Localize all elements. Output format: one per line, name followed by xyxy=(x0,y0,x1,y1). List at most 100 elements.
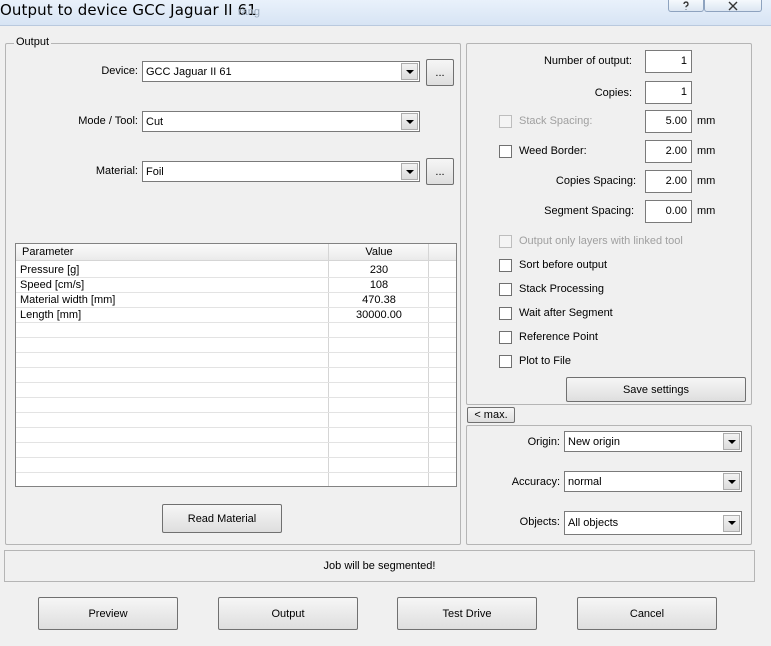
parameter-value: 230 xyxy=(369,264,389,276)
chevron-down-icon[interactable] xyxy=(401,113,418,130)
reference-point-checkbox[interactable] xyxy=(499,331,512,344)
empty-row xyxy=(16,338,456,353)
parameter-table[interactable]: Parameter Value Pressure [g] 230 Speed [… xyxy=(15,243,457,487)
objects-label: Objects: xyxy=(519,516,560,528)
close-button[interactable] xyxy=(704,0,762,12)
copies-spacing-label: Copies Spacing: xyxy=(555,175,636,187)
background-menu-text: rang xyxy=(238,6,261,18)
table-row[interactable]: Pressure [g] 230 xyxy=(16,263,456,278)
chevron-down-icon[interactable] xyxy=(401,63,418,80)
window-title: Output to device GCC Jaguar II 61 xyxy=(0,1,257,19)
parameter-name: Speed [cm/s] xyxy=(20,279,85,291)
stack-processing-label: Stack Processing xyxy=(519,283,604,295)
read-material-button[interactable]: Read Material xyxy=(162,504,282,533)
max-toggle-button[interactable]: < max. xyxy=(467,407,515,423)
parameter-value: 108 xyxy=(369,279,389,291)
weed-border-input[interactable]: 2.00 xyxy=(645,140,692,163)
empty-row xyxy=(16,443,456,458)
objects-select[interactable]: All objects xyxy=(564,511,742,535)
mode-tool-label: Mode / Tool: xyxy=(78,115,138,127)
number-of-output-label: Number of output: xyxy=(543,55,632,67)
help-button[interactable] xyxy=(668,0,704,12)
material-select-value: Foil xyxy=(146,165,164,178)
status-message: Job will be segmented! xyxy=(323,560,436,572)
cancel-button[interactable]: Cancel xyxy=(577,597,717,630)
material-browse-button[interactable]: ... xyxy=(426,158,454,185)
chevron-down-icon[interactable] xyxy=(723,433,740,450)
device-browse-button[interactable]: ... xyxy=(426,59,454,86)
plot-to-file-checkbox[interactable] xyxy=(499,355,512,368)
device-label: Device: xyxy=(101,65,138,77)
empty-row xyxy=(16,383,456,398)
plot-to-file-label: Plot to File xyxy=(519,355,571,367)
preview-button[interactable]: Preview xyxy=(38,597,178,630)
table-row[interactable]: Length [mm] 30000.00 xyxy=(16,308,456,323)
close-icon xyxy=(728,1,738,10)
table-header: Parameter Value xyxy=(16,244,456,261)
device-select[interactable]: GCC Jaguar II 61 xyxy=(142,61,420,82)
empty-row xyxy=(16,458,456,473)
status-bar: Job will be segmented! xyxy=(4,550,755,582)
number-of-output-input[interactable]: 1 xyxy=(645,50,692,73)
origin-select-value: New origin xyxy=(568,435,620,448)
output-linked-layers-checkbox[interactable] xyxy=(499,235,512,248)
parameter-value: 30000.00 xyxy=(356,309,402,321)
wait-after-segment-label: Wait after Segment xyxy=(519,307,613,319)
weed-border-checkbox[interactable] xyxy=(499,145,512,158)
empty-row xyxy=(16,323,456,338)
parameter-value: 470.38 xyxy=(362,294,396,306)
empty-row xyxy=(16,413,456,428)
copies-label: Copies: xyxy=(594,87,632,99)
accuracy-select-value: normal xyxy=(568,475,602,488)
sort-before-output-checkbox[interactable] xyxy=(499,259,512,272)
empty-row xyxy=(16,353,456,368)
stack-spacing-unit: mm xyxy=(697,115,716,127)
column-header-value[interactable]: Value xyxy=(329,246,429,258)
weed-border-unit: mm xyxy=(697,145,716,157)
chevron-down-icon[interactable] xyxy=(723,514,740,532)
table-row[interactable]: Speed [cm/s] 108 xyxy=(16,278,456,293)
output-group-legend: Output xyxy=(14,36,52,48)
device-select-value: GCC Jaguar II 61 xyxy=(146,65,232,78)
stack-processing-checkbox[interactable] xyxy=(499,283,512,296)
chevron-down-icon[interactable] xyxy=(401,163,418,180)
column-header-parameter[interactable]: Parameter xyxy=(22,246,73,258)
output-button[interactable]: Output xyxy=(218,597,358,630)
mode-tool-select[interactable]: Cut xyxy=(142,111,420,132)
segment-spacing-label: Segment Spacing: xyxy=(544,205,634,217)
mode-tool-select-value: Cut xyxy=(146,115,164,128)
material-select[interactable]: Foil xyxy=(142,161,420,182)
empty-row xyxy=(16,473,456,486)
copies-spacing-unit: mm xyxy=(697,175,716,187)
weed-border-label: Weed Border: xyxy=(519,145,587,157)
segment-spacing-unit: mm xyxy=(697,205,716,217)
wait-after-segment-checkbox[interactable] xyxy=(499,307,512,320)
help-icon xyxy=(683,0,689,10)
save-settings-button[interactable]: Save settings xyxy=(566,377,746,402)
test-drive-button[interactable]: Test Drive xyxy=(397,597,537,630)
copies-spacing-input[interactable]: 2.00 xyxy=(645,170,692,193)
chevron-down-icon[interactable] xyxy=(723,473,740,490)
parameter-name: Material width [mm] xyxy=(20,294,116,306)
reference-point-label: Reference Point xyxy=(519,331,598,343)
segment-spacing-input[interactable]: 0.00 xyxy=(645,200,692,223)
origin-select[interactable]: New origin xyxy=(564,431,742,452)
accuracy-select[interactable]: normal xyxy=(564,471,742,492)
table-row[interactable]: Material width [mm] 470.38 xyxy=(16,293,456,308)
sort-before-output-label: Sort before output xyxy=(519,259,608,271)
accuracy-label: Accuracy: xyxy=(511,476,560,488)
stack-spacing-input[interactable]: 5.00 xyxy=(645,110,692,133)
title-bar: Output to device GCC Jaguar II 61 rang xyxy=(0,0,771,26)
origin-label: Origin: xyxy=(527,436,560,448)
parameter-name: Length [mm] xyxy=(20,309,82,321)
stack-spacing-label: Stack Spacing: xyxy=(519,115,593,127)
stack-spacing-checkbox[interactable] xyxy=(499,115,512,128)
empty-row xyxy=(16,398,456,413)
copies-input[interactable]: 1 xyxy=(645,81,692,104)
output-linked-layers-label: Output only layers with linked tool xyxy=(519,235,683,247)
parameter-name: Pressure [g] xyxy=(20,264,80,276)
objects-select-value: All objects xyxy=(568,517,619,529)
empty-row xyxy=(16,428,456,443)
material-label: Material: xyxy=(95,165,138,177)
empty-row xyxy=(16,368,456,383)
